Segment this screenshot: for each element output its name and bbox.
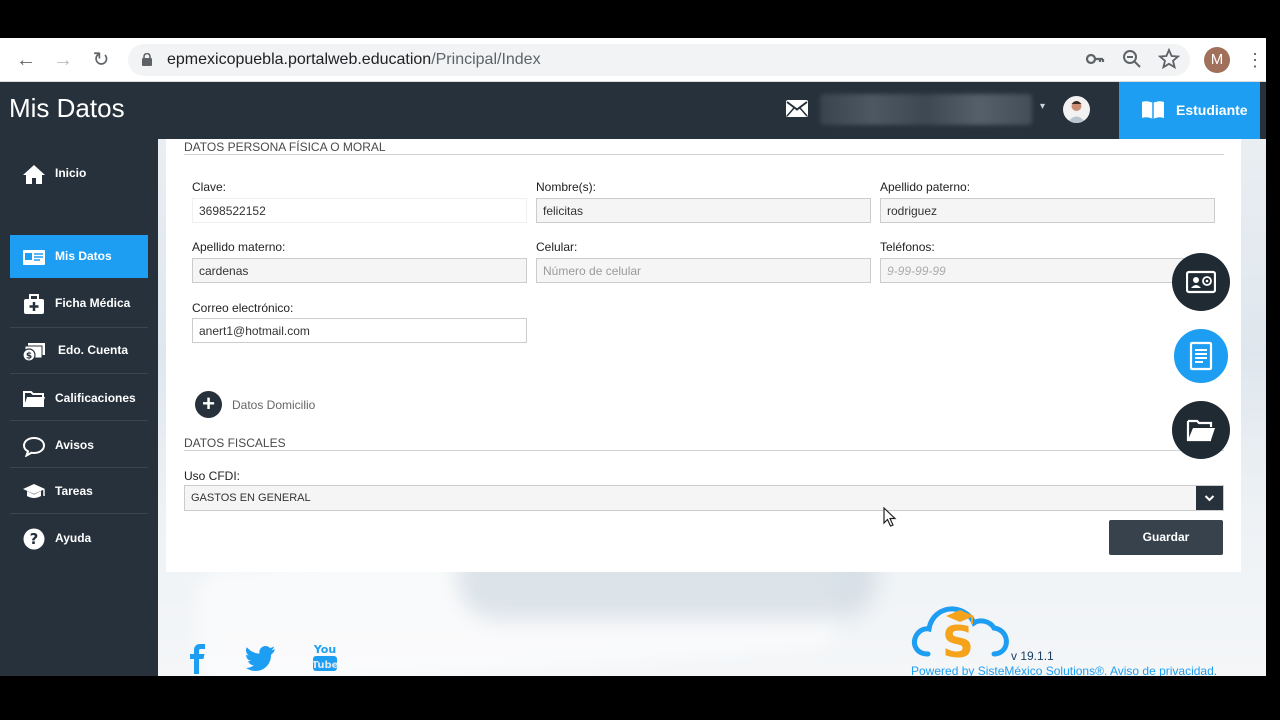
sidebar-divider bbox=[10, 327, 148, 328]
sidebar-item-calificaciones[interactable]: Calificaciones bbox=[10, 377, 148, 420]
svg-text:Tube: Tube bbox=[312, 660, 338, 671]
user-avatar[interactable] bbox=[1063, 96, 1090, 123]
role-button[interactable]: Estudiante bbox=[1119, 82, 1260, 139]
folder-button[interactable] bbox=[1172, 401, 1230, 459]
sidebar-item-ficha-medica[interactable]: Ficha Médica bbox=[10, 282, 148, 325]
star-icon[interactable] bbox=[1158, 48, 1180, 70]
contact-card-button[interactable] bbox=[1172, 253, 1230, 311]
browser-window: ← → ↻ epmexicopuebla.portalweb.education… bbox=[0, 38, 1266, 676]
sidebar-item-tareas[interactable]: Tareas bbox=[10, 470, 148, 513]
youtube-icon[interactable]: You Tube bbox=[312, 641, 338, 673]
home-icon bbox=[23, 165, 45, 184]
open-book-icon bbox=[1142, 101, 1164, 119]
powered-by-link[interactable]: Powered by SisteMéxico Solutions®. Aviso… bbox=[911, 664, 1217, 676]
twitter-icon[interactable] bbox=[246, 646, 276, 672]
nombre-label: Nombre(s): bbox=[536, 180, 597, 194]
forward-icon[interactable]: → bbox=[51, 48, 75, 72]
telefonos-label: Teléfonos: bbox=[880, 240, 935, 254]
zoom-icon[interactable] bbox=[1121, 48, 1143, 70]
help-icon: ? bbox=[23, 528, 45, 550]
mail-icon[interactable] bbox=[786, 100, 808, 117]
correo-label: Correo electrónico: bbox=[192, 301, 294, 315]
document-button[interactable] bbox=[1172, 327, 1230, 385]
sidebar-item-avisos[interactable]: Avisos bbox=[10, 424, 148, 467]
sidebar-item-edo-cuenta[interactable]: $ Edo. Cuenta bbox=[10, 329, 148, 372]
apellido-materno-label: Apellido materno: bbox=[192, 240, 286, 254]
add-domicilio-button[interactable]: + bbox=[195, 391, 222, 418]
clave-field[interactable] bbox=[192, 198, 527, 223]
clave-label: Clave: bbox=[192, 180, 227, 194]
money-icon: $ bbox=[22, 343, 45, 362]
mouse-cursor-icon bbox=[883, 507, 897, 527]
id-card-icon bbox=[23, 250, 45, 265]
contact-card-icon bbox=[1186, 270, 1216, 294]
apellido-paterno-label: Apellido paterno: bbox=[880, 180, 971, 194]
sidebar-item-ayuda[interactable]: ? Ayuda bbox=[10, 517, 148, 560]
apellido-paterno-field[interactable] bbox=[880, 198, 1215, 223]
svg-text:$: $ bbox=[26, 352, 32, 362]
form-card: DATOS PERSONA FÍSICA O MORAL Clave: Nomb… bbox=[166, 139, 1241, 572]
profile-avatar[interactable]: M bbox=[1204, 47, 1230, 73]
sidebar-item-inicio[interactable]: Inicio bbox=[10, 152, 148, 195]
sidebar-divider bbox=[10, 373, 148, 374]
section-divider bbox=[184, 450, 1224, 451]
save-button[interactable]: Guardar bbox=[1109, 520, 1223, 555]
chevron-down-icon[interactable] bbox=[1196, 486, 1223, 510]
back-icon[interactable]: ← bbox=[14, 48, 38, 72]
version-label: v 19.1.1 bbox=[1011, 649, 1054, 663]
graduation-cap-icon bbox=[23, 484, 45, 498]
open-folder-icon bbox=[1186, 419, 1215, 442]
main-content: DATOS PERSONA FÍSICA O MORAL Clave: Nomb… bbox=[158, 139, 1266, 676]
section-divider bbox=[184, 154, 1224, 155]
document-icon bbox=[1189, 341, 1213, 371]
celular-field[interactable] bbox=[536, 258, 871, 283]
cfdi-select[interactable]: GASTOS EN GENERAL bbox=[184, 485, 1224, 511]
sidebar-divider bbox=[10, 513, 148, 514]
address-bar[interactable]: epmexicopuebla.portalweb.education/Princ… bbox=[128, 44, 1190, 76]
app-header: Mis Datos ▾ Estudiante bbox=[0, 82, 1266, 139]
nombre-field[interactable] bbox=[536, 198, 871, 223]
menu-icon[interactable]: ⋮ bbox=[1246, 48, 1264, 72]
svg-text:S: S bbox=[942, 617, 974, 664]
facebook-icon[interactable] bbox=[188, 644, 208, 674]
email-field[interactable] bbox=[192, 318, 527, 343]
sidebar-item-mis-datos[interactable]: Mis Datos bbox=[10, 235, 148, 278]
medical-kit-icon bbox=[24, 294, 44, 314]
sidebar-divider bbox=[10, 467, 148, 468]
celular-label: Celular: bbox=[536, 240, 578, 254]
cfdi-selected-value: GASTOS EN GENERAL bbox=[191, 492, 311, 504]
folder-icon bbox=[23, 391, 45, 407]
user-name-blurred[interactable] bbox=[820, 94, 1032, 125]
sidebar-divider bbox=[10, 420, 148, 421]
sistemexico-logo[interactable]: S bbox=[910, 594, 1010, 664]
lock-icon bbox=[142, 53, 152, 66]
svg-text:You: You bbox=[313, 643, 336, 656]
cfdi-label: Uso CFDI: bbox=[184, 469, 241, 483]
browser-toolbar: ← → ↻ epmexicopuebla.portalweb.education… bbox=[0, 38, 1266, 82]
domicilio-label[interactable]: Datos Domicilio bbox=[232, 398, 315, 412]
svg-text:?: ? bbox=[30, 530, 39, 548]
sidebar: Inicio Mis Datos Ficha Médica $ Edo. Cue… bbox=[0, 139, 158, 676]
section-title-fiscal: DATOS FISCALES bbox=[184, 436, 286, 450]
chat-bubble-icon bbox=[22, 436, 46, 457]
chevron-down-icon[interactable]: ▾ bbox=[1040, 101, 1045, 112]
telefonos-field[interactable] bbox=[880, 258, 1215, 283]
reload-icon[interactable]: ↻ bbox=[89, 48, 113, 72]
apellido-materno-field[interactable] bbox=[192, 258, 527, 283]
key-icon[interactable] bbox=[1084, 48, 1106, 70]
url-text: epmexicopuebla.portalweb.education/Princ… bbox=[167, 51, 541, 68]
section-title-personal: DATOS PERSONA FÍSICA O MORAL bbox=[184, 140, 386, 154]
page-title: Mis Datos bbox=[9, 93, 125, 123]
